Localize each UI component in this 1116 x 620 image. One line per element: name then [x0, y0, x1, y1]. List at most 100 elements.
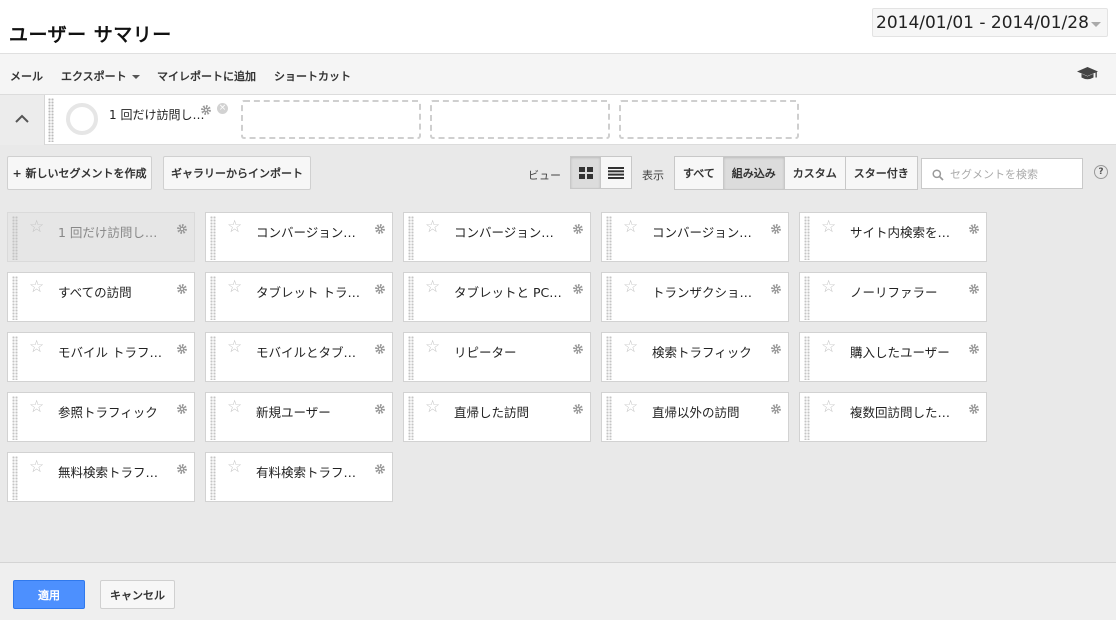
- drag-handle[interactable]: [12, 336, 18, 380]
- filter-custom[interactable]: カスタム: [784, 156, 846, 190]
- filter-all[interactable]: すべて: [674, 156, 724, 190]
- star-icon[interactable]: ☆: [425, 339, 440, 356]
- segment-card[interactable]: ☆ モバイル トラフ…: [7, 332, 195, 382]
- drag-handle[interactable]: [210, 216, 216, 260]
- import-gallery-button[interactable]: ギャラリーからインポート: [163, 156, 311, 190]
- drag-handle[interactable]: [408, 276, 414, 320]
- drag-handle[interactable]: [48, 98, 54, 142]
- gear-icon[interactable]: [374, 220, 386, 239]
- cancel-button[interactable]: キャンセル: [100, 580, 175, 609]
- star-icon[interactable]: ☆: [623, 219, 638, 236]
- drag-handle[interactable]: [606, 336, 612, 380]
- star-icon[interactable]: ☆: [227, 339, 242, 356]
- empty-segment-slot[interactable]: [241, 100, 421, 139]
- gear-icon[interactable]: [968, 280, 980, 299]
- segment-card[interactable]: ☆ タブレットと PC…: [403, 272, 591, 322]
- star-icon[interactable]: ☆: [821, 399, 836, 416]
- star-icon[interactable]: ☆: [29, 339, 44, 356]
- gear-icon[interactable]: [770, 220, 782, 239]
- graduation-cap-icon[interactable]: [1077, 66, 1098, 85]
- help-icon[interactable]: ?: [1094, 165, 1108, 179]
- segment-card[interactable]: ☆ コンバージョン…: [601, 212, 789, 262]
- drag-handle[interactable]: [804, 336, 810, 380]
- gear-icon[interactable]: [770, 400, 782, 419]
- export-menu[interactable]: エクスポート: [61, 68, 140, 84]
- drag-handle[interactable]: [606, 216, 612, 260]
- add-to-report-button[interactable]: マイレポートに追加: [157, 68, 256, 84]
- empty-segment-slot[interactable]: [619, 100, 799, 139]
- segment-card[interactable]: ☆ リピーター: [403, 332, 591, 382]
- star-icon[interactable]: ☆: [29, 219, 44, 236]
- gear-icon[interactable]: [770, 340, 782, 359]
- star-icon[interactable]: ☆: [425, 399, 440, 416]
- drag-handle[interactable]: [12, 456, 18, 500]
- drag-handle[interactable]: [12, 276, 18, 320]
- gear-icon[interactable]: [176, 340, 188, 359]
- grid-view-button[interactable]: [570, 156, 601, 189]
- gear-icon[interactable]: [176, 460, 188, 479]
- segment-card[interactable]: ☆ ノーリファラー: [799, 272, 987, 322]
- active-segment[interactable]: 1 回だけ訪問し… ×: [56, 95, 236, 145]
- empty-segment-slot[interactable]: [430, 100, 610, 139]
- gear-icon[interactable]: [176, 280, 188, 299]
- star-icon[interactable]: ☆: [227, 279, 242, 296]
- gear-icon[interactable]: [374, 460, 386, 479]
- segment-card[interactable]: ☆ コンバージョン…: [205, 212, 393, 262]
- drag-handle[interactable]: [804, 216, 810, 260]
- gear-icon[interactable]: [572, 280, 584, 299]
- segment-card[interactable]: ☆ 無料検索トラフ…: [7, 452, 195, 502]
- segment-card[interactable]: ☆ トランザクショ…: [601, 272, 789, 322]
- segment-card[interactable]: ☆ 新規ユーザー: [205, 392, 393, 442]
- star-icon[interactable]: ☆: [29, 399, 44, 416]
- star-icon[interactable]: ☆: [425, 219, 440, 236]
- new-segment-button[interactable]: + 新しいセグメントを作成: [7, 156, 152, 190]
- segment-card[interactable]: ☆ 直帰以外の訪問: [601, 392, 789, 442]
- segment-search[interactable]: [921, 158, 1083, 189]
- filter-starred[interactable]: スター付き: [845, 156, 918, 190]
- gear-icon[interactable]: [572, 340, 584, 359]
- gear-icon[interactable]: [968, 400, 980, 419]
- star-icon[interactable]: ☆: [821, 339, 836, 356]
- star-icon[interactable]: ☆: [425, 279, 440, 296]
- segment-card[interactable]: ☆ 検索トラフィック: [601, 332, 789, 382]
- close-icon[interactable]: ×: [217, 103, 228, 114]
- drag-handle[interactable]: [606, 276, 612, 320]
- segment-card[interactable]: ☆ 直帰した訪問: [403, 392, 591, 442]
- star-icon[interactable]: ☆: [623, 399, 638, 416]
- segment-card[interactable]: ☆ コンバージョン…: [403, 212, 591, 262]
- apply-button[interactable]: 適用: [13, 580, 85, 609]
- drag-handle[interactable]: [210, 456, 216, 500]
- list-view-button[interactable]: [601, 156, 632, 189]
- segment-card[interactable]: ☆ 参照トラフィック: [7, 392, 195, 442]
- star-icon[interactable]: ☆: [29, 459, 44, 476]
- star-icon[interactable]: ☆: [227, 459, 242, 476]
- filter-built-in[interactable]: 組み込み: [723, 156, 785, 190]
- drag-handle[interactable]: [210, 336, 216, 380]
- collapse-button[interactable]: [0, 95, 45, 145]
- segment-card[interactable]: ☆ 購入したユーザー: [799, 332, 987, 382]
- gear-icon[interactable]: [374, 400, 386, 419]
- segment-card[interactable]: ☆ サイト内検索を…: [799, 212, 987, 262]
- star-icon[interactable]: ☆: [29, 279, 44, 296]
- search-input[interactable]: [950, 164, 1078, 184]
- drag-handle[interactable]: [12, 396, 18, 440]
- drag-handle[interactable]: [804, 396, 810, 440]
- gear-icon[interactable]: [770, 280, 782, 299]
- star-icon[interactable]: ☆: [821, 219, 836, 236]
- gear-icon[interactable]: [176, 400, 188, 419]
- drag-handle[interactable]: [12, 216, 18, 260]
- date-range-picker[interactable]: 2014/01/01 - 2014/01/28: [872, 8, 1108, 37]
- drag-handle[interactable]: [606, 396, 612, 440]
- segment-card[interactable]: ☆ モバイルとタブ…: [205, 332, 393, 382]
- star-icon[interactable]: ☆: [227, 219, 242, 236]
- drag-handle[interactable]: [408, 396, 414, 440]
- segment-card[interactable]: ☆ 1 回だけ訪問し…: [7, 212, 195, 262]
- gear-icon[interactable]: [200, 101, 212, 120]
- drag-handle[interactable]: [210, 276, 216, 320]
- drag-handle[interactable]: [804, 276, 810, 320]
- drag-handle[interactable]: [408, 216, 414, 260]
- star-icon[interactable]: ☆: [821, 279, 836, 296]
- star-icon[interactable]: ☆: [227, 399, 242, 416]
- drag-handle[interactable]: [210, 396, 216, 440]
- mail-button[interactable]: メール: [10, 68, 43, 84]
